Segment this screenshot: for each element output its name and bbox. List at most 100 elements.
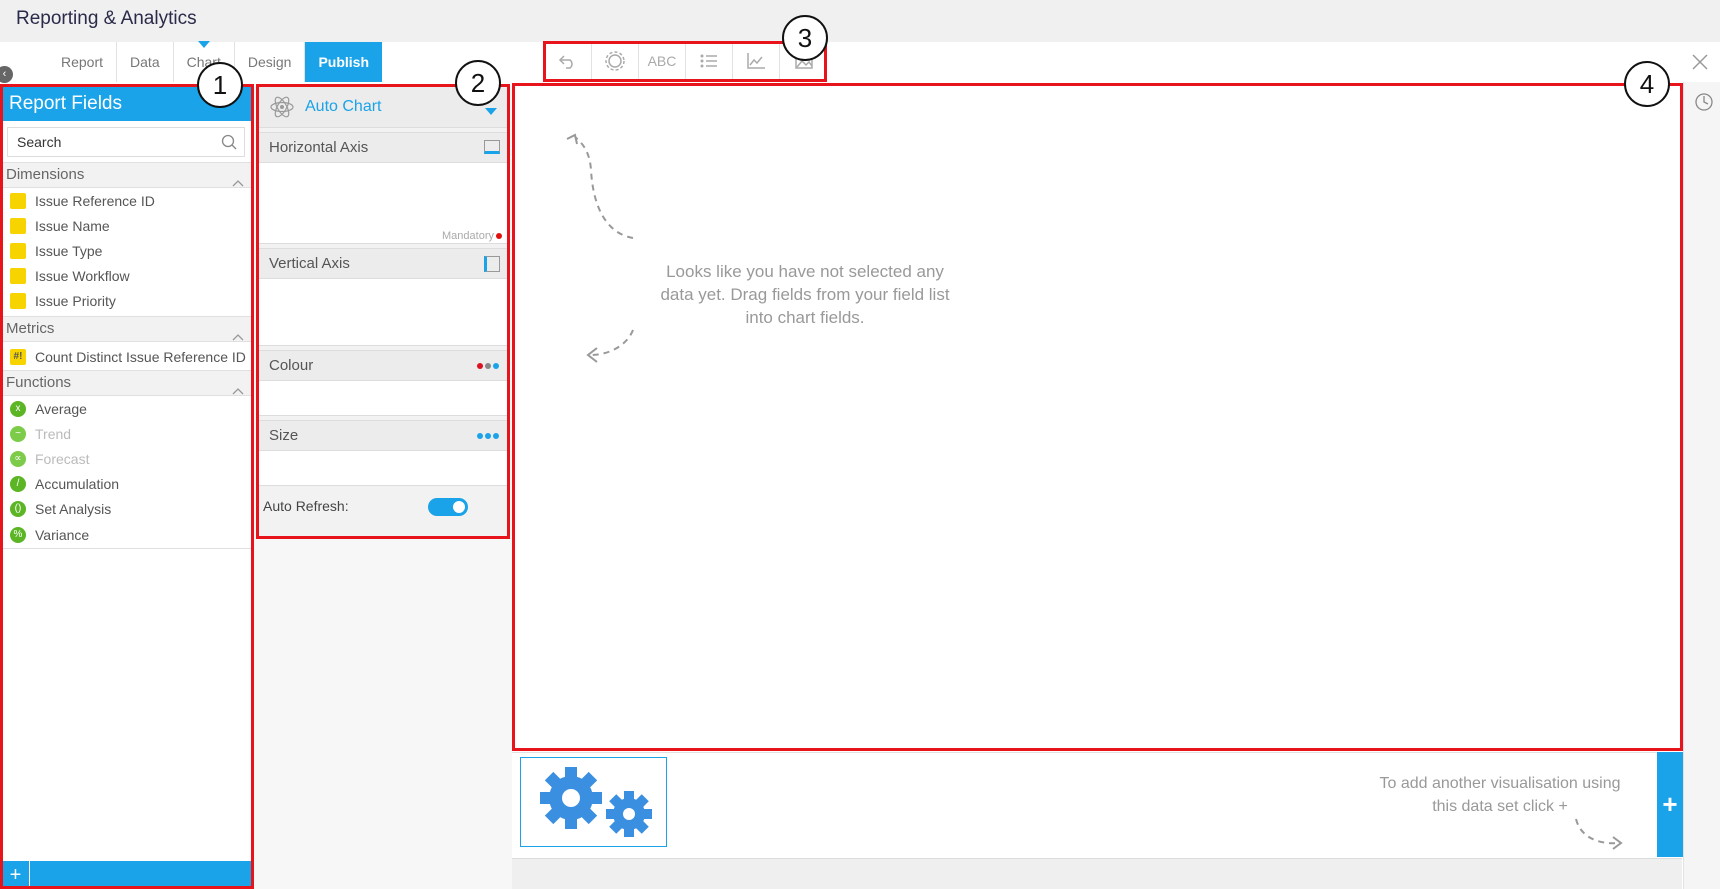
search-icon[interactable] xyxy=(221,134,237,155)
horizontal-axis-icon xyxy=(484,140,500,154)
function-item-forecast[interactable]: ∝ Forecast xyxy=(2,446,251,471)
title-bar: Reporting & Analytics xyxy=(0,0,1720,42)
variance-icon: % xyxy=(10,526,26,543)
section-dimensions[interactable]: Dimensions xyxy=(2,162,251,188)
field-label: Issue Name xyxy=(35,217,110,234)
colour-dropzone[interactable] xyxy=(258,380,508,416)
dimension-swatch-icon xyxy=(10,242,26,259)
right-side-strip xyxy=(1683,82,1720,889)
horizontal-axis-dropzone[interactable]: Mandatory xyxy=(258,162,508,244)
section-functions[interactable]: Functions xyxy=(2,370,251,396)
visualisation-thumbnail[interactable] xyxy=(520,757,667,847)
auto-refresh-row: Auto Refresh: xyxy=(258,486,508,526)
function-item-accumulation[interactable]: / Accumulation xyxy=(2,471,251,496)
vertical-axis-dropzone[interactable] xyxy=(258,278,508,346)
function-item-trend[interactable]: ~ Trend xyxy=(2,421,251,446)
report-fields-panel: Report Fields Dimensions Issue Reference… xyxy=(2,86,252,889)
dashed-arrows-decoration xyxy=(566,133,634,363)
trend-icon: ~ xyxy=(10,425,26,442)
empty-state-message: Looks like you have not selected any dat… xyxy=(660,262,950,327)
search-input[interactable] xyxy=(8,128,208,156)
metric-field-item[interactable]: #! Count Distinct Issue Reference ID xyxy=(2,344,251,369)
function-label: Average xyxy=(35,400,87,417)
field-label: Issue Workflow xyxy=(35,267,130,284)
callout-badge-2: 2 xyxy=(455,60,501,106)
section-dimensions-label: Dimensions xyxy=(6,166,85,183)
function-item-average[interactable]: x Average xyxy=(2,396,251,421)
settings-gear-icon[interactable] xyxy=(592,43,639,79)
set-analysis-icon: () xyxy=(10,500,26,517)
size-dots-icon xyxy=(477,433,499,439)
dimension-field-item[interactable]: Issue Workflow xyxy=(2,263,251,288)
tab-data[interactable]: Data xyxy=(117,42,174,82)
text-abc-icon[interactable]: ABC xyxy=(639,43,686,79)
tab-report[interactable]: Report xyxy=(48,42,118,82)
vertical-axis-label: Vertical Axis xyxy=(258,248,508,278)
function-label: Forecast xyxy=(35,450,90,467)
field-label: Count Distinct Issue Reference ID xyxy=(35,348,246,365)
dimension-field-item[interactable]: Issue Type xyxy=(2,238,251,263)
chevron-up-icon[interactable] xyxy=(232,325,244,349)
vertical-axis-icon xyxy=(484,256,500,272)
dimension-swatch-icon xyxy=(10,292,26,309)
add-visualisation-hint: To add another visualisation using this … xyxy=(1379,775,1621,815)
size-label: Size xyxy=(258,420,508,450)
atom-icon xyxy=(269,94,295,120)
hint-arrow-decoration xyxy=(1575,818,1623,850)
auto-refresh-toggle[interactable] xyxy=(428,498,468,516)
function-label: Variance xyxy=(35,526,90,543)
chevron-up-icon[interactable] xyxy=(232,171,244,195)
app-title: Reporting & Analytics xyxy=(16,8,197,29)
chevron-up-icon[interactable] xyxy=(232,379,244,403)
add-visualisation-button[interactable]: + xyxy=(1657,752,1683,857)
add-field-button[interactable]: + xyxy=(2,861,30,889)
function-label: Set Analysis xyxy=(35,500,112,517)
sidebar-footer: + xyxy=(2,861,252,889)
field-label: Issue Reference ID xyxy=(35,192,155,209)
chart-canvas[interactable] xyxy=(515,85,1680,750)
field-label: Issue Priority xyxy=(35,292,116,309)
history-clock-icon[interactable] xyxy=(1694,92,1714,117)
function-label: Accumulation xyxy=(35,475,120,492)
colour-label: Colour xyxy=(258,350,508,380)
vertical-axis-text: Vertical Axis xyxy=(269,255,350,272)
mandatory-text: Mandatory xyxy=(442,230,494,242)
list-icon[interactable] xyxy=(686,43,733,79)
auto-refresh-label: Auto Refresh: xyxy=(263,498,349,514)
horizontal-axis-label: Horizontal Axis xyxy=(258,132,508,162)
size-dropzone[interactable] xyxy=(258,450,508,486)
colour-text: Colour xyxy=(269,357,314,374)
tab-publish[interactable]: Publish xyxy=(305,42,382,82)
dimension-field-item[interactable]: Issue Reference ID xyxy=(2,188,251,213)
colour-dots-icon xyxy=(477,363,499,369)
section-functions-label: Functions xyxy=(6,374,72,391)
search-box xyxy=(7,127,245,157)
bottom-scroll-bar[interactable] xyxy=(512,858,1682,889)
dimension-field-item[interactable]: Issue Name xyxy=(2,213,251,238)
function-item-set-analysis[interactable]: () Set Analysis xyxy=(2,496,251,521)
tab-design[interactable]: Design xyxy=(235,42,306,82)
collapse-back-icon[interactable]: ‹ xyxy=(0,66,13,83)
callout-badge-4: 4 xyxy=(1624,61,1670,107)
dimension-swatch-icon xyxy=(10,217,26,234)
dimension-swatch-icon xyxy=(10,192,26,209)
dimension-swatch-icon xyxy=(10,267,26,284)
section-metrics-label: Metrics xyxy=(6,320,55,337)
callout-badge-1: 1 xyxy=(197,62,243,108)
chevron-down-icon[interactable] xyxy=(485,108,497,115)
horizontal-axis-text: Horizontal Axis xyxy=(269,139,369,156)
mandatory-indicator: Mandatory xyxy=(442,230,502,242)
average-icon: x xyxy=(10,400,26,417)
section-metrics[interactable]: Metrics xyxy=(2,316,251,342)
dimension-field-item[interactable]: Issue Priority xyxy=(2,288,251,313)
axis-chart-icon[interactable] xyxy=(733,43,780,79)
chart-type-label: Auto Chart xyxy=(305,98,382,115)
undo-icon[interactable] xyxy=(545,43,592,79)
size-text: Size xyxy=(269,427,299,444)
function-label: Trend xyxy=(35,425,72,442)
close-icon[interactable] xyxy=(1690,52,1710,72)
function-item-variance[interactable]: % Variance xyxy=(2,521,251,549)
chart-fields-panel: Auto Chart Horizontal Axis Mandatory Ver… xyxy=(258,86,508,536)
callout-badge-3: 3 xyxy=(782,15,828,61)
metric-badge-icon: #! xyxy=(10,348,26,365)
